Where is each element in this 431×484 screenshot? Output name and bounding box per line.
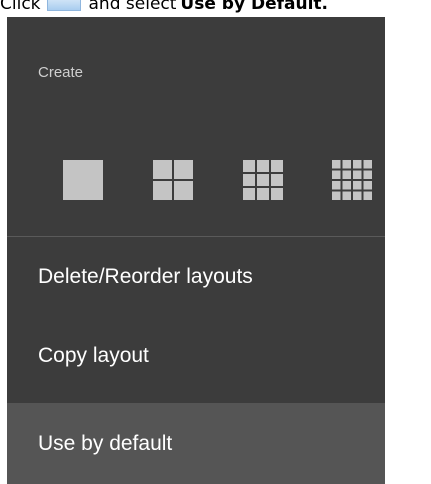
layout-4x4-icon	[332, 160, 372, 200]
caption-middle: and select	[88, 0, 177, 14]
layout-1x1-button[interactable]	[63, 160, 103, 200]
layout-2x2-button[interactable]	[153, 160, 193, 200]
menu-item-label: Delete/Reorder layouts	[38, 265, 253, 288]
layout-button-icon	[46, 0, 81, 11]
layout-4x4-button[interactable]	[332, 160, 372, 200]
menu-divider	[7, 236, 385, 237]
layout-3x3-icon	[243, 160, 283, 200]
layout-menu: Create Delete/Reorder layouts Copy layou…	[7, 17, 385, 484]
caption-prefix: Click	[0, 0, 41, 14]
menu-item-use-by-default[interactable]: Use by default	[7, 403, 385, 484]
instruction-caption: Click and select Use by Default.	[0, 0, 328, 15]
layout-3x3-button[interactable]	[243, 160, 283, 200]
layout-1x1-icon	[63, 160, 103, 200]
section-label-create: Create	[38, 64, 84, 81]
layout-2x2-icon	[153, 160, 193, 200]
menu-item-label: Use by default	[38, 431, 173, 455]
caption-bold: Use by Default.	[180, 0, 328, 14]
menu-item-copy-layout[interactable]: Copy layout	[7, 324, 385, 388]
layout-grid-options	[7, 160, 385, 200]
menu-item-label: Copy layout	[38, 344, 149, 367]
menu-item-delete-reorder-layouts[interactable]: Delete/Reorder layouts	[7, 245, 385, 309]
